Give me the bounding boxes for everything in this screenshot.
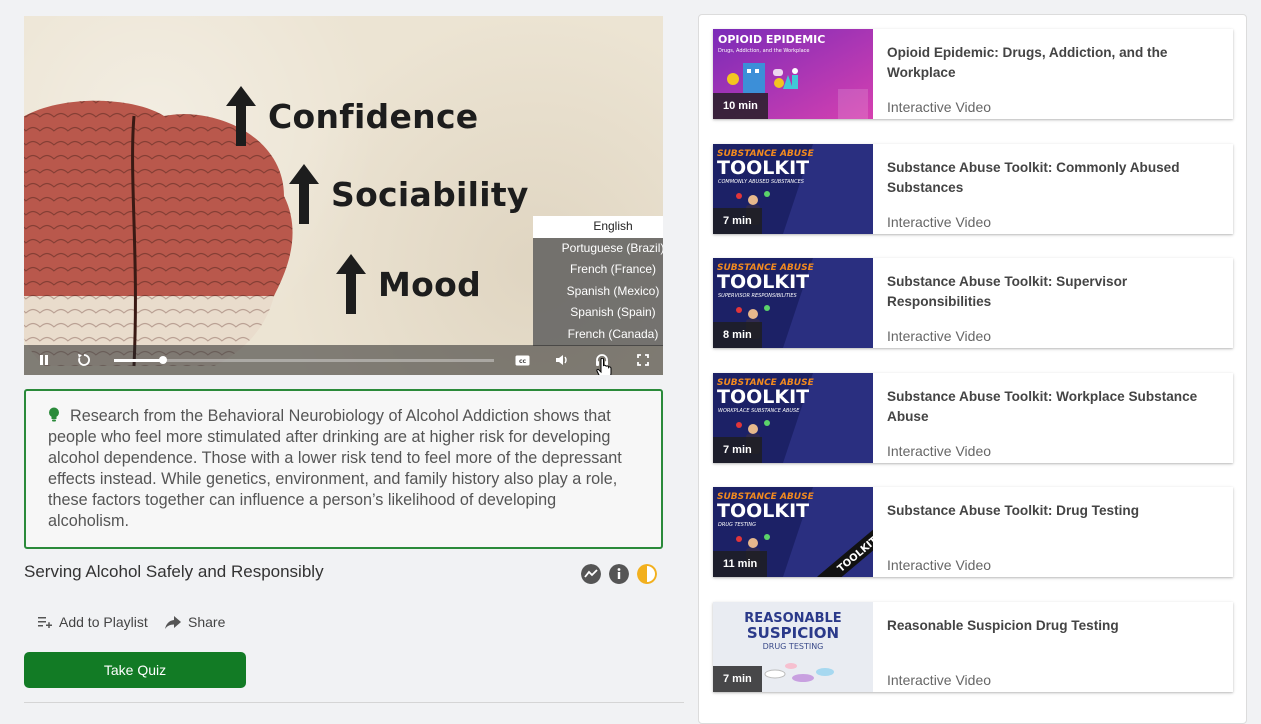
- seek-bar[interactable]: [114, 356, 494, 364]
- thumb-title: TOOLKIT: [717, 271, 809, 293]
- language-option[interactable]: Spanish (Spain): [533, 302, 663, 324]
- card-title[interactable]: Substance Abuse Toolkit: Supervisor Resp…: [887, 272, 1222, 312]
- thumb-subtitle: SUPERVISOR RESPONSIBILITIES: [718, 293, 798, 299]
- playlist-add-icon: [38, 617, 52, 628]
- duration-badge: 8 min: [713, 322, 762, 348]
- arrow-up-icon: [226, 86, 256, 146]
- video-title: Serving Alcohol Safely and Responsibly: [24, 562, 324, 581]
- card-title[interactable]: Reasonable Suspicion Drug Testing: [887, 616, 1222, 636]
- thumb-subtitle: Drugs, Addiction, and the Workplace: [718, 48, 810, 54]
- replay-icon[interactable]: [76, 352, 92, 368]
- video-thumbnail[interactable]: SUBSTANCE ABUSE TOOLKIT WORKPLACE SUBSTA…: [713, 373, 873, 463]
- language-option[interactable]: English: [533, 216, 663, 238]
- playlist-card[interactable]: SUBSTANCE ABUSE TOOLKIT SUPERVISOR RESPO…: [713, 258, 1233, 348]
- hand-pointer-cursor-icon: [596, 358, 612, 375]
- thumb-title: SUSPICION: [747, 624, 839, 642]
- divider: [24, 702, 684, 703]
- audio-language-menu: English Portuguese (Brazil) French (France…: [533, 216, 663, 346]
- video-thumbnail[interactable]: SUBSTANCE ABUSE TOOLKIT COMMONLY ABUSED …: [713, 144, 873, 234]
- thumb-subtitle: WORKPLACE SUBSTANCE ABUSE: [718, 408, 800, 414]
- half-circle-level-icon[interactable]: [637, 564, 657, 584]
- card-type: Interactive Video: [887, 672, 992, 688]
- language-option[interactable]: French (Canada): [533, 324, 663, 346]
- share-arrow-icon: [165, 615, 181, 629]
- share-button[interactable]: Share: [165, 614, 225, 630]
- video-meta-icons: [581, 564, 657, 584]
- fact-callout: Research from the Behavioral Neurobiolog…: [24, 389, 663, 549]
- video-thumbnail[interactable]: REASONABLE SUSPICION DRUG TESTING 7 min: [713, 602, 873, 692]
- card-type: Interactive Video: [887, 557, 992, 573]
- thumb-title: OPIOID EPIDEMIC: [718, 33, 825, 46]
- language-option[interactable]: Portuguese (Brazil): [533, 238, 663, 260]
- card-type: Interactive Video: [887, 443, 992, 459]
- info-icon[interactable]: [609, 564, 629, 584]
- playlist-card[interactable]: SUBSTANCE ABUSE TOOLKIT DRUG TESTING TOO…: [713, 487, 1233, 577]
- duration-badge: 10 min: [713, 93, 768, 119]
- card-type: Interactive Video: [887, 99, 992, 115]
- playlist-card[interactable]: OPIOID EPIDEMIC Drugs, Addiction, and th…: [713, 29, 1233, 119]
- thumb-subtitle: DRUG TESTING: [763, 642, 824, 651]
- video-thumbnail[interactable]: OPIOID EPIDEMIC Drugs, Addiction, and th…: [713, 29, 873, 119]
- language-option[interactable]: French (France): [533, 259, 663, 281]
- video-thumbnail[interactable]: SUBSTANCE ABUSE TOOLKIT DRUG TESTING TOO…: [713, 487, 873, 577]
- pause-icon[interactable]: [36, 352, 52, 368]
- volume-icon[interactable]: [554, 352, 570, 368]
- fullscreen-icon[interactable]: [635, 352, 651, 368]
- duration-badge: 7 min: [713, 437, 762, 463]
- arrow-up-icon: [289, 164, 319, 224]
- svg-text:cc: cc: [518, 358, 526, 365]
- playlist-card[interactable]: SUBSTANCE ABUSE TOOLKIT WORKPLACE SUBSTA…: [713, 373, 1233, 463]
- thumb-title: TOOLKIT: [717, 157, 809, 179]
- duration-badge: 11 min: [713, 551, 768, 577]
- seek-bar-handle[interactable]: [159, 356, 168, 364]
- duration-badge: 7 min: [713, 208, 762, 234]
- add-to-playlist-button[interactable]: Add to Playlist: [38, 614, 148, 630]
- thumb-subtitle: DRUG TESTING: [718, 522, 756, 528]
- related-videos-panel: OPIOID EPIDEMIC Drugs, Addiction, and th…: [698, 14, 1247, 724]
- card-title[interactable]: Opioid Epidemic: Drugs, Addiction, and t…: [887, 43, 1222, 83]
- language-option[interactable]: Spanish (Mexico): [533, 281, 663, 303]
- duration-badge: 7 min: [713, 666, 762, 692]
- lightbulb-icon: [49, 407, 59, 422]
- card-type: Interactive Video: [887, 214, 992, 230]
- playlist-card[interactable]: SUBSTANCE ABUSE TOOLKIT COMMONLY ABUSED …: [713, 144, 1233, 234]
- thumb-title: TOOLKIT: [717, 500, 809, 522]
- slide-line-confidence: Confidence: [224, 84, 479, 148]
- thumb-subtitle: COMMONLY ABUSED SUBSTANCES: [718, 179, 805, 185]
- card-type: Interactive Video: [887, 328, 992, 344]
- card-title[interactable]: Substance Abuse Toolkit: Workplace Subst…: [887, 387, 1222, 427]
- thumb-title: TOOLKIT: [717, 386, 809, 408]
- share-label: Share: [188, 614, 226, 630]
- slide-line-sociability: Sociability: [287, 162, 529, 226]
- callout-text: Research from the Behavioral Neurobiolog…: [48, 407, 622, 530]
- video-thumbnail[interactable]: SUBSTANCE ABUSE TOOLKIT SUPERVISOR RESPO…: [713, 258, 873, 348]
- card-title[interactable]: Substance Abuse Toolkit: Commonly Abused…: [887, 158, 1222, 198]
- video-controls: cc: [24, 345, 663, 375]
- video-player[interactable]: Confidence Sociability Mood English Portu…: [24, 16, 663, 375]
- closed-captions-icon[interactable]: cc: [514, 352, 530, 368]
- slide-line-mood: Mood: [334, 252, 481, 316]
- card-title[interactable]: Substance Abuse Toolkit: Drug Testing: [887, 501, 1222, 521]
- add-to-playlist-label: Add to Playlist: [59, 614, 148, 630]
- trending-chart-icon[interactable]: [581, 564, 601, 584]
- playlist-card[interactable]: REASONABLE SUSPICION DRUG TESTING 7 min …: [713, 602, 1233, 692]
- take-quiz-button[interactable]: Take Quiz: [24, 652, 246, 688]
- seek-bar-fill: [114, 359, 164, 362]
- arrow-up-icon: [336, 254, 366, 314]
